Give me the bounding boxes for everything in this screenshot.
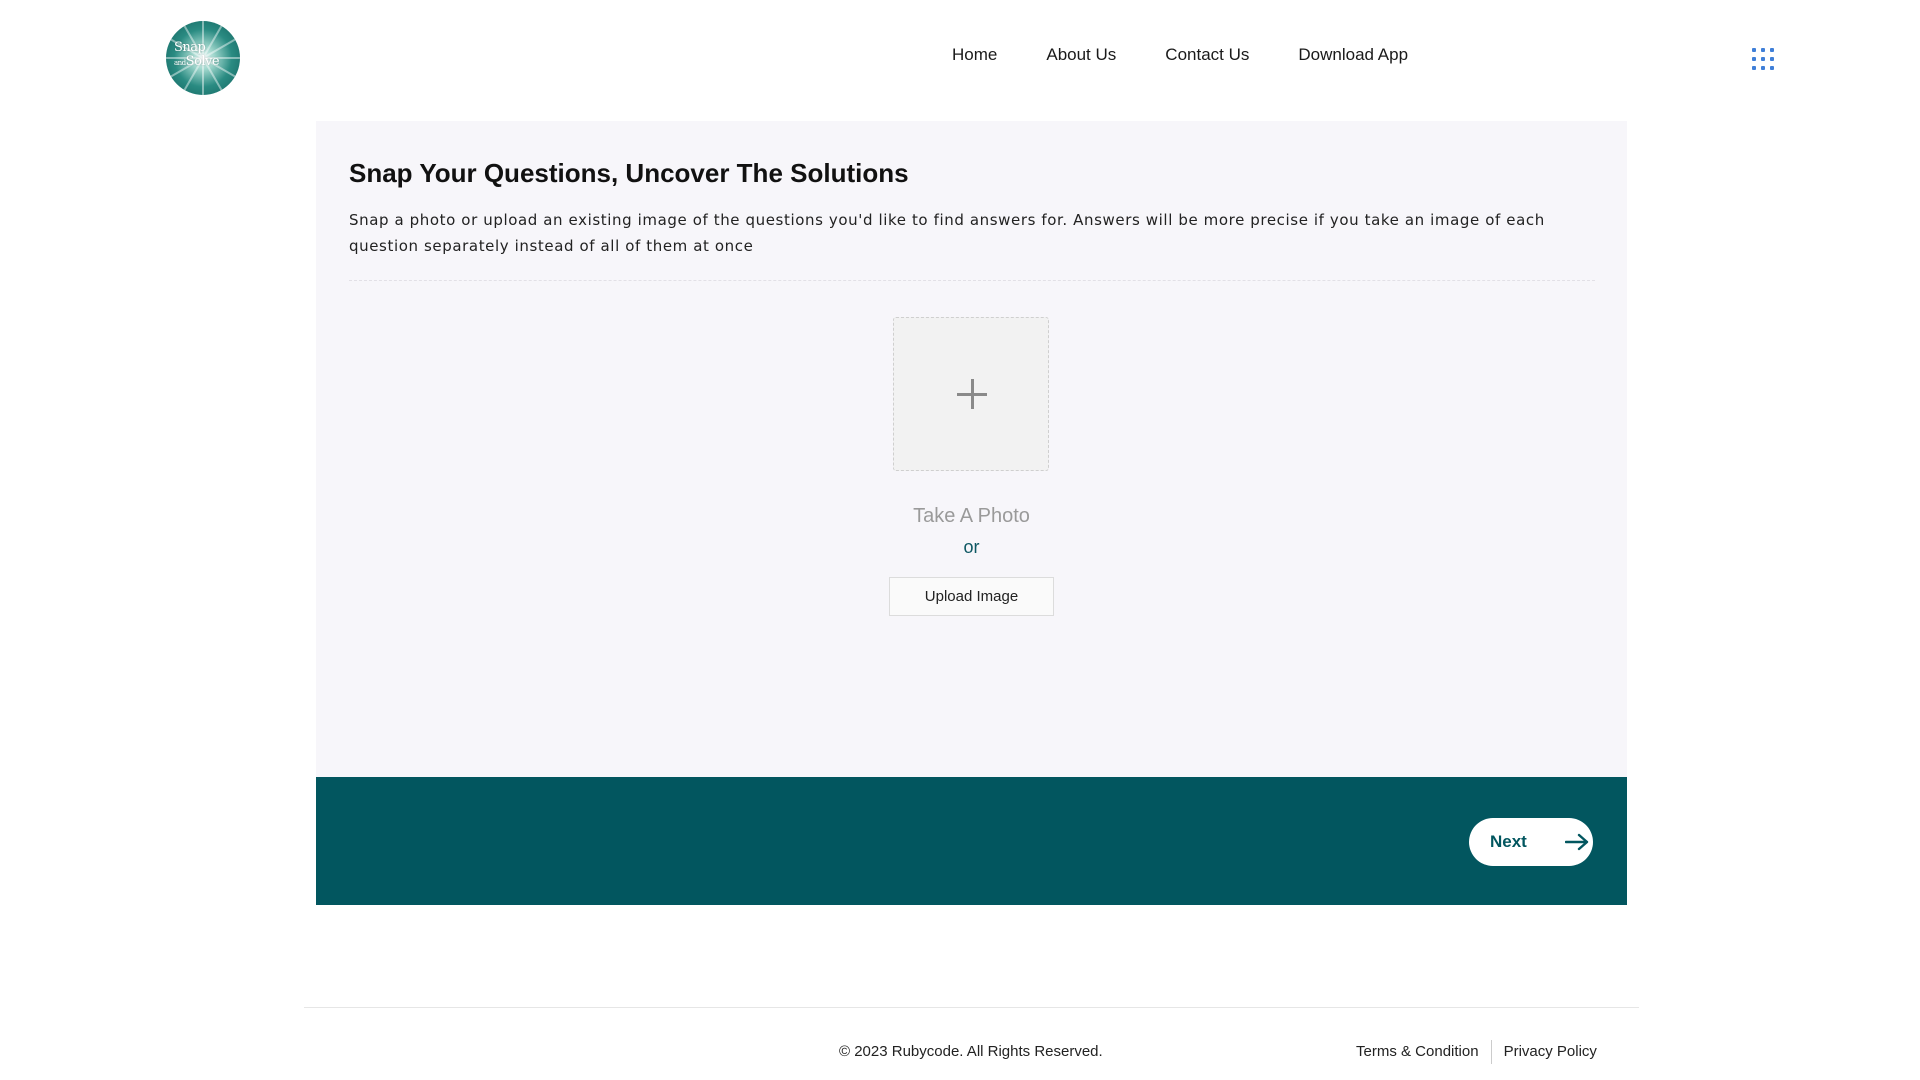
grid-dot bbox=[1770, 48, 1774, 52]
or-separator: or bbox=[963, 537, 980, 557]
terms-link[interactable]: Terms & Condition bbox=[1356, 1038, 1479, 1065]
grid-dot bbox=[1752, 48, 1756, 52]
section-divider bbox=[349, 280, 1595, 281]
snap-and-solve-logo[interactable]: Snap andSolve bbox=[166, 21, 240, 95]
take-photo-label[interactable]: Take A Photo bbox=[316, 505, 1627, 528]
plus-icon bbox=[957, 379, 987, 409]
main-nav: Home About Us Contact Us Download App bbox=[952, 45, 1457, 65]
logo-text-and: and bbox=[174, 59, 186, 67]
action-bar: Next bbox=[316, 777, 1627, 905]
nav-link-contact-us[interactable]: Contact Us bbox=[1165, 45, 1249, 65]
grid-dot bbox=[1752, 57, 1756, 61]
logo-text-snap: Snap bbox=[174, 40, 206, 55]
grid-menu-icon[interactable] bbox=[1752, 48, 1774, 70]
upload-card: Snap Your Questions, Uncover The Solutio… bbox=[316, 121, 1627, 777]
logo-text-solve: Solve bbox=[185, 54, 220, 69]
footer-link-separator bbox=[1490, 1039, 1492, 1064]
grid-dot bbox=[1770, 57, 1774, 61]
nav-link-about-us[interactable]: About Us bbox=[1046, 45, 1116, 65]
footer-links: Terms & Condition Privacy Policy bbox=[1356, 1038, 1597, 1065]
upload-image-button[interactable]: Upload Image bbox=[889, 577, 1054, 616]
grid-dot bbox=[1761, 48, 1765, 52]
grid-dot bbox=[1761, 57, 1765, 61]
grid-dot bbox=[1770, 66, 1774, 70]
copyright-text: © 2023 Rubycode. All Rights Reserved. bbox=[839, 1043, 1103, 1060]
privacy-policy-link[interactable]: Privacy Policy bbox=[1504, 1038, 1597, 1065]
grid-dot bbox=[1752, 66, 1756, 70]
logo-text: Snap andSolve bbox=[174, 40, 220, 70]
next-button[interactable]: Next bbox=[1469, 818, 1593, 866]
nav-link-download-app[interactable]: Download App bbox=[1298, 45, 1408, 65]
nav-link-home[interactable]: Home bbox=[952, 45, 997, 65]
arrow-right-icon bbox=[1565, 833, 1589, 851]
site-header: Snap andSolve Home About Us Contact Us D… bbox=[0, 0, 1920, 116]
grid-dot bbox=[1761, 66, 1765, 70]
page-description: Snap a photo or upload an existing image… bbox=[349, 211, 1545, 255]
page-title: Snap Your Questions, Uncover The Solutio… bbox=[349, 158, 909, 188]
photo-upload-dropzone[interactable] bbox=[893, 317, 1049, 471]
next-button-label: Next bbox=[1490, 832, 1527, 851]
footer-divider bbox=[304, 1007, 1639, 1008]
